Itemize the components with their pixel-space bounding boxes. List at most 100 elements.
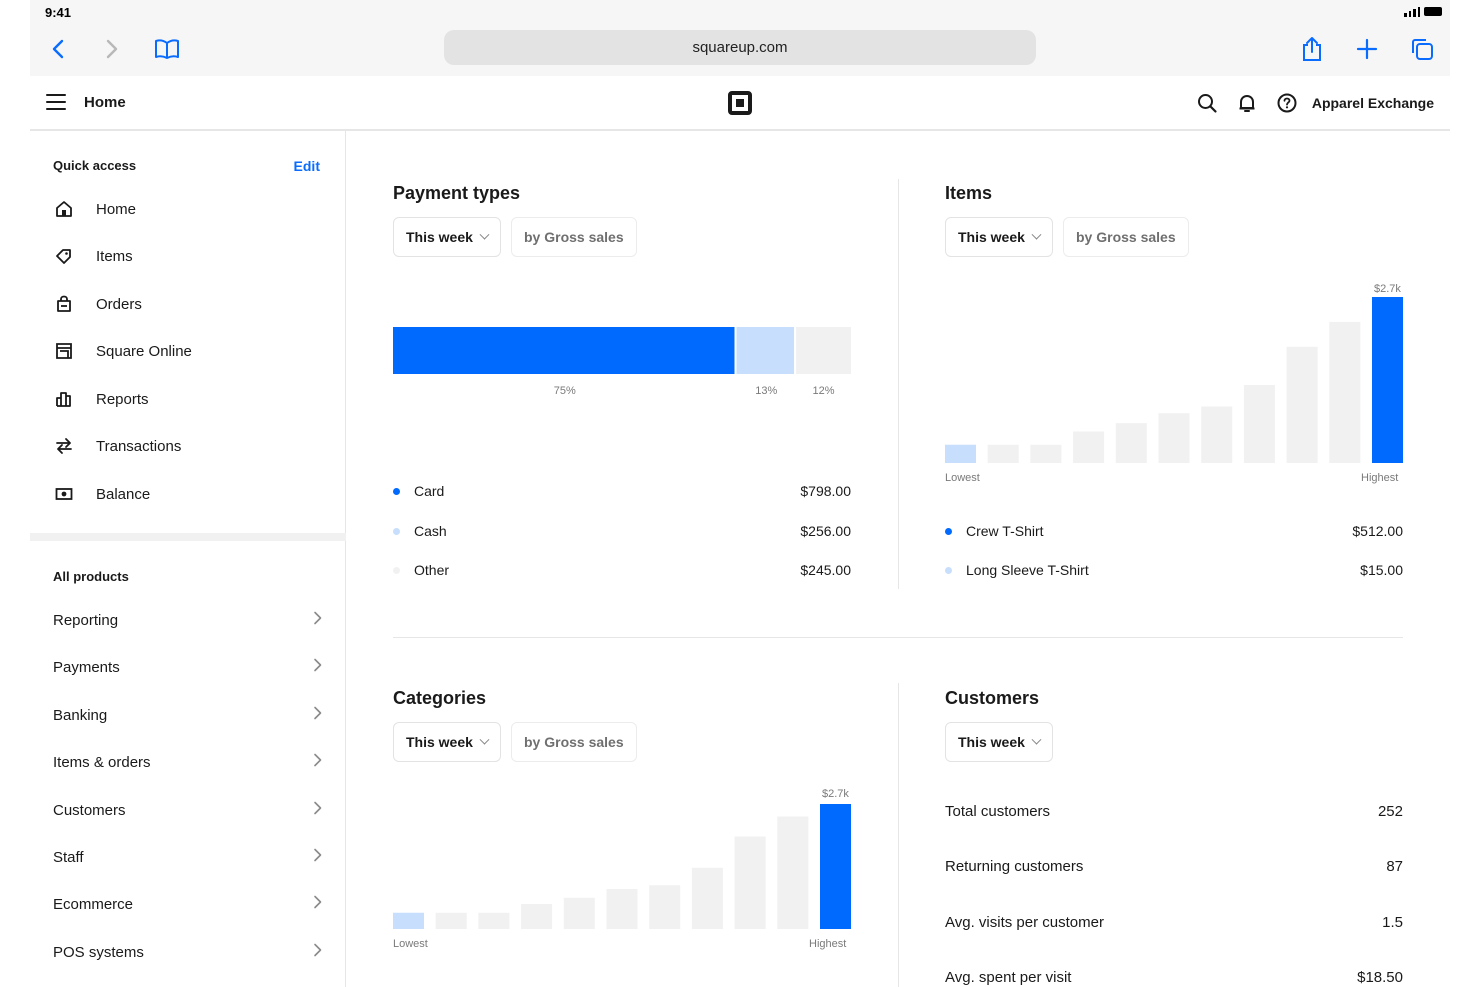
payment-percent-labels: 75% 13% 12% (554, 385, 835, 397)
address-bar[interactable]: squareup.com (444, 30, 1036, 65)
chart-bar (1073, 431, 1105, 463)
product-item-items-orders[interactable]: Items & orders (53, 744, 323, 780)
sidebar-divider (30, 533, 346, 541)
chart-bar (521, 904, 553, 929)
column-divider (898, 683, 899, 987)
chart-bar (1115, 423, 1147, 463)
column-divider (898, 179, 899, 589)
product-item-reporting[interactable]: Reporting (53, 602, 323, 638)
bookmarks-icon[interactable] (152, 34, 182, 64)
chart-bar (393, 912, 424, 929)
browser-toolbar: squareup.com (30, 26, 1450, 76)
chevron-right-icon (313, 801, 323, 820)
product-item-customers[interactable]: Customers (53, 792, 323, 828)
chevron-right-icon (313, 611, 323, 630)
chart-bar (1030, 444, 1062, 463)
product-item-label: Payments (53, 658, 120, 676)
chevron-down-icon (479, 734, 490, 745)
legend-label: Other (414, 562, 450, 578)
stat-label: Total customers (945, 803, 1051, 820)
sidebar-item-label: Orders (96, 295, 142, 313)
new-tab-icon[interactable] (1352, 34, 1382, 64)
home-icon (53, 198, 75, 220)
legend-dot (945, 527, 952, 535)
payment-types-period-dropdown[interactable]: This week (393, 217, 501, 257)
chart-bar (1201, 406, 1233, 463)
chevron-down-icon (479, 229, 490, 240)
chart-bar (1329, 321, 1361, 463)
customers-period-dropdown[interactable]: This week (945, 722, 1053, 762)
sidebar-item-home[interactable]: Home (53, 191, 323, 227)
sidebar-item-transactions[interactable]: Transactions (53, 428, 323, 464)
status-bar: 9:41 (30, 0, 1450, 26)
product-item-payments[interactable]: Payments (53, 649, 323, 685)
product-item-label: Items & orders (53, 753, 151, 771)
account-menu[interactable]: Apparel Exchange (1312, 95, 1434, 111)
stat-row-avg-spent: Avg. spent per visit $18.50 (945, 969, 1403, 987)
square-logo[interactable] (728, 91, 752, 115)
tabs-overview-icon[interactable] (1407, 34, 1437, 64)
legend-label: Cash (414, 523, 447, 539)
product-item-banking[interactable]: Banking (53, 697, 323, 733)
payment-percent-label: 12% (813, 385, 835, 397)
help-icon[interactable] (1276, 92, 1298, 114)
bag-icon (53, 293, 75, 315)
page-title: Home (84, 94, 126, 111)
legend-label: Long Sleeve T-Shirt (966, 562, 1089, 578)
sidebar-item-label: Home (96, 200, 137, 218)
forward-icon[interactable] (97, 34, 127, 64)
sidebar-item-orders[interactable]: Orders (53, 286, 323, 322)
items-metric-button[interactable]: by Gross sales (1063, 217, 1189, 257)
sidebar-item-label: Transactions (96, 437, 182, 455)
items-period-dropdown[interactable]: This week (945, 217, 1053, 257)
dropdown-value: This week (958, 734, 1025, 750)
items-highest-label: Highest (1361, 472, 1399, 484)
search-icon[interactable] (1196, 92, 1218, 114)
share-icon[interactable] (1297, 34, 1327, 64)
payment-types-stacked-bar (393, 327, 851, 374)
sidebar-item-balance[interactable]: Balance (53, 476, 323, 512)
edit-quick-access-button[interactable]: Edit (294, 158, 320, 174)
product-item-label: Reporting (53, 611, 119, 629)
product-item-pos-systems[interactable]: POS systems (53, 934, 323, 970)
chevron-right-icon (313, 658, 323, 677)
payment-legend-other: Other $245.00 (393, 560, 851, 580)
product-item-staff[interactable]: Staff (53, 839, 323, 875)
chart-bar (945, 444, 976, 463)
sidebar-item-items[interactable]: Items (53, 238, 323, 274)
app-frame: 9:41 squareup.com Home Apparel Exchange … (30, 0, 1450, 987)
chevron-right-icon (313, 706, 323, 725)
bell-icon[interactable] (1236, 92, 1258, 114)
legend-amount: $798.00 (800, 483, 851, 499)
chart-bar (435, 912, 467, 929)
payment-segment-other (796, 327, 851, 374)
chart-bar (606, 889, 638, 929)
back-icon[interactable] (43, 34, 73, 64)
chart-bar (649, 885, 681, 929)
sidebar-item-square-online[interactable]: Square Online (53, 333, 323, 369)
stat-label: Avg. visits per customer (945, 914, 1104, 931)
chevron-right-icon (313, 943, 323, 962)
product-item-ecommerce[interactable]: Ecommerce (53, 886, 323, 922)
legend-amount: $256.00 (800, 523, 851, 539)
payment-types-title: Payment types (393, 183, 521, 203)
dropdown-value: This week (406, 229, 473, 245)
chart-bar (691, 867, 723, 929)
sidebar-item-label: Reports (96, 390, 149, 408)
items-legend-long-sleeve: Long Sleeve T-Shirt $15.00 (945, 560, 1403, 580)
chart-bar (734, 836, 766, 929)
payment-types-metric-button[interactable]: by Gross sales (511, 217, 637, 257)
categories-metric-button[interactable]: by Gross sales (511, 722, 637, 762)
sidebar-item-reports[interactable]: Reports (53, 381, 323, 417)
product-item-label: Staff (53, 848, 84, 866)
app-header: Home Apparel Exchange (30, 76, 1450, 131)
legend-dot (945, 566, 952, 574)
payment-percent-label: 75% (554, 385, 576, 397)
categories-period-dropdown[interactable]: This week (393, 722, 501, 762)
legend-dot (393, 527, 400, 535)
chart-bar (563, 897, 595, 929)
legend-amount: $512.00 (1352, 523, 1403, 539)
chevron-down-icon (1031, 229, 1042, 240)
chevron-down-icon (1031, 734, 1042, 745)
menu-icon[interactable] (46, 94, 66, 110)
